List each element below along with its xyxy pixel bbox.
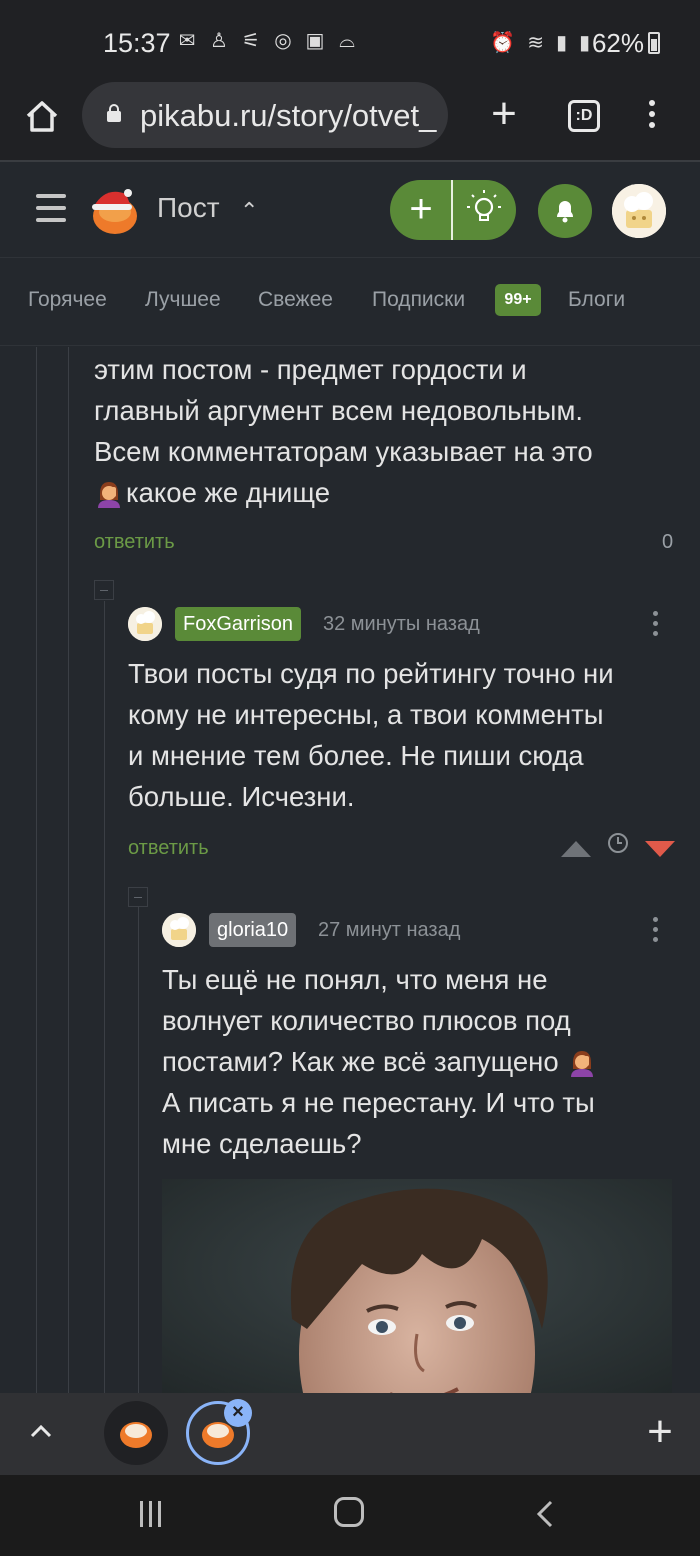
collapse-toggle[interactable]: [94, 580, 114, 600]
system-navigation: [0, 1475, 700, 1556]
comment-line: главный аргумент всем недовольным.: [94, 395, 583, 426]
comment-line: волнует количество плюсов под: [162, 1005, 571, 1036]
notification-icon: ✉: [178, 30, 196, 52]
comment-rating: 0: [662, 531, 674, 553]
signal-icon: ▮: [555, 32, 567, 54]
tab-thumbnail[interactable]: [104, 1401, 168, 1465]
downvote-button[interactable]: [644, 839, 676, 861]
tab-hot[interactable]: Горячее: [28, 288, 107, 312]
tab-blogs[interactable]: Блоги: [568, 288, 625, 312]
avatar[interactable]: [162, 913, 196, 947]
clock-icon: [606, 831, 630, 855]
alarm-icon: ⏰: [490, 32, 516, 54]
signal-icon-2: ▮: [578, 32, 590, 54]
comment-line: больше. Исчезни.: [128, 781, 355, 812]
user-avatar[interactable]: [612, 184, 666, 238]
plus-icon[interactable]: +: [484, 92, 524, 136]
comments-area: этим постом - предмет гордости и главный…: [0, 347, 700, 1393]
browser-toolbar: pikabu.ru/story/otvet_ + :D: [0, 80, 700, 162]
comment-line: А писать я не перестану. И что ты: [162, 1087, 595, 1118]
comment-body: этим постом - предмет гордости и главный…: [94, 349, 593, 513]
avatar[interactable]: [128, 607, 162, 641]
page-title[interactable]: Пост: [157, 192, 220, 224]
broom-icon: ⚟: [242, 30, 260, 52]
comment-line: Твои посты судя по рейтингу точно ни: [128, 658, 614, 689]
chevron-up-icon[interactable]: [28, 1419, 54, 1445]
back-icon[interactable]: [534, 1499, 556, 1529]
action-group: +: [390, 180, 516, 240]
comment-author[interactable]: FoxGarrison: [175, 607, 302, 641]
close-icon[interactable]: ×: [224, 1399, 252, 1427]
comment-time: 27 минут назад: [318, 919, 461, 941]
comment-image[interactable]: [162, 1179, 672, 1393]
comment-time: 32 минуты назад: [323, 613, 480, 635]
comment-line: Всем комментаторам указывает на это: [94, 436, 593, 467]
tab-best[interactable]: Лучшее: [145, 288, 221, 312]
incognito-icon: ⌓: [339, 30, 355, 52]
comment-line: постами? Как же всё запущено: [162, 1046, 559, 1077]
tab-fresh[interactable]: Свежее: [258, 288, 333, 312]
comment-body: Твои посты судя по рейтингу точно ни ком…: [128, 653, 614, 817]
home-icon[interactable]: [22, 96, 62, 136]
battery-text: 62%: [591, 28, 644, 58]
bell-icon[interactable]: [538, 184, 592, 238]
status-bar: 15:37 ✉ ♙ ⚟ ◎ ▣ ⌓ ⏰ ≋ ▮ ▮ 62%: [0, 0, 700, 80]
address-bar[interactable]: pikabu.ru/story/otvet_: [82, 82, 448, 148]
chevron-up-icon[interactable]: ⌃: [240, 198, 258, 224]
site-header: Пост ⌃ +: [0, 162, 700, 258]
circle-w-icon: ◎: [274, 30, 292, 52]
facepalm-emoji-icon: [94, 478, 124, 508]
comment-line: какое же днище: [126, 477, 331, 508]
recents-icon[interactable]: [140, 1501, 166, 1527]
wifi-icon: ≋: [527, 32, 544, 54]
facepalm-emoji-icon: [567, 1047, 597, 1077]
lock-icon: [107, 104, 121, 122]
battery-icon: [648, 32, 660, 54]
subscriptions-badge: 99+: [495, 284, 541, 316]
pikabu-logo[interactable]: [88, 184, 140, 236]
reply-link[interactable]: ответить: [94, 531, 175, 554]
tab-strip: × +: [0, 1393, 700, 1475]
lightbulb-icon[interactable]: [453, 180, 516, 240]
collapse-toggle[interactable]: [128, 887, 148, 907]
image-icon: ▣: [305, 30, 325, 52]
tab-subscriptions[interactable]: Подписки: [372, 288, 465, 312]
more-icon[interactable]: [642, 96, 662, 136]
comment-line: и мнение тем более. Не пиши сюда: [128, 740, 584, 771]
url-text: pikabu.ru/story/otvet_: [140, 98, 437, 133]
more-icon[interactable]: [650, 609, 660, 639]
notification-icons: ✉ ♙ ⚟ ◎ ▣ ⌓: [176, 30, 358, 52]
meditation-icon: ♙: [210, 30, 228, 52]
hamburger-icon[interactable]: [36, 194, 66, 222]
reply-link[interactable]: ответить: [128, 837, 209, 860]
comment-author[interactable]: gloria10: [209, 913, 297, 947]
plus-icon[interactable]: +: [640, 1407, 680, 1457]
system-icons: ⏰ ≋ ▮ ▮: [490, 30, 590, 55]
upvote-button[interactable]: [560, 837, 592, 859]
comment-line: кому не интересны, а твои комменты: [128, 699, 604, 730]
add-post-button[interactable]: +: [390, 180, 452, 240]
comment-body: Ты ещё не понял, что меня не волнует кол…: [162, 959, 597, 1164]
status-time: 15:37: [103, 28, 171, 58]
nav-tabs: Горячее Лучшее Свежее Подписки 99+ Блоги: [0, 258, 700, 346]
home-nav-icon[interactable]: [334, 1497, 364, 1527]
comment-line: мне сделаешь?: [162, 1128, 362, 1159]
comment-line: этим постом - предмет гордости и: [94, 354, 527, 385]
more-icon[interactable]: [650, 915, 660, 945]
comment-line: Ты ещё не понял, что меня не: [162, 964, 548, 995]
tabs-icon[interactable]: :D: [568, 100, 600, 132]
